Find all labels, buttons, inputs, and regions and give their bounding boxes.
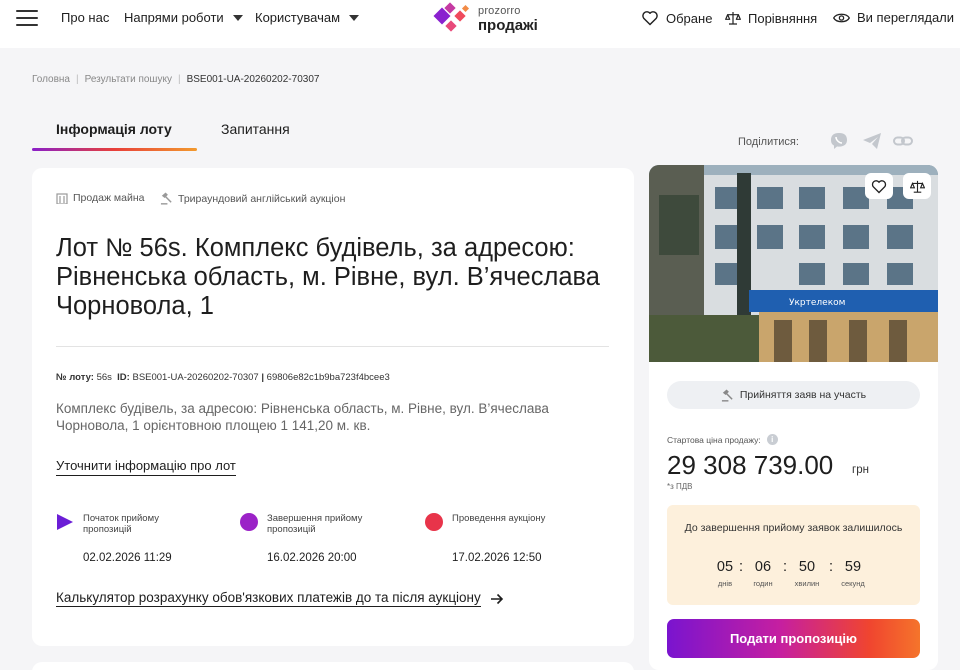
submit-offer-button[interactable]: Подати пропозицію	[667, 619, 920, 658]
stage-end-label: Завершення прийому пропозицій	[267, 513, 363, 535]
heart-icon	[642, 11, 658, 26]
stage-auction-date: 17.02.2026 12:50	[452, 552, 542, 564]
scales-icon	[725, 12, 741, 25]
gavel-icon	[721, 388, 733, 402]
play-icon	[57, 514, 73, 530]
stage-start-label: Початок прийому пропозицій	[83, 513, 159, 535]
countdown-timer: До завершення прийому заявок залишилось …	[667, 505, 920, 605]
countdown-seconds-label: секунд	[841, 579, 865, 588]
logo-mark-icon	[433, 2, 470, 32]
countdown-title: До завершення прийому заявок залишилось	[684, 522, 903, 534]
tab-lot-info[interactable]: Інформація лоту	[56, 121, 172, 137]
countdown-seconds: 59 секунд	[833, 559, 873, 588]
share-label: Поділитися:	[738, 136, 799, 148]
lot-number-label: № лоту:	[56, 372, 94, 383]
countdown-days-label: днів	[717, 579, 733, 588]
arrow-right-icon	[490, 593, 503, 604]
payment-calculator-label: Калькулятор розрахунку обов'язкових плат…	[56, 590, 481, 607]
nav-users[interactable]: Користувачам	[255, 10, 360, 25]
tag-auction-type-label: Трираундовий англійський аукціон	[178, 192, 346, 205]
viewed-label: Ви переглядали	[857, 10, 955, 25]
logo-text-prodazhi: продажі	[478, 17, 538, 34]
nav-directions-label: Напрями роботи	[124, 10, 224, 25]
nav-about-label: Про нас	[61, 10, 110, 25]
countdown-minutes-value: 50	[798, 559, 816, 575]
divider	[56, 346, 609, 347]
countdown-seconds-value: 59	[844, 559, 862, 575]
payment-calculator-link[interactable]: Калькулятор розрахунку обов'язкових плат…	[56, 590, 504, 607]
top-header: Про нас Напрями роботи Користувачам proz…	[0, 0, 960, 48]
nav-users-label: Користувачам	[255, 10, 341, 25]
lot-meta: № лоту: 56s ID: BSE001-UA-20260202-70307…	[56, 372, 390, 383]
nav-directions[interactable]: Напрями роботи	[124, 10, 243, 25]
accepting-applications-badge: Прийняття заяв на участь	[667, 381, 920, 409]
compare-button[interactable]	[903, 173, 931, 199]
clarify-info-link[interactable]: Уточнити інформацію про лот	[56, 458, 236, 476]
next-card	[32, 662, 634, 670]
compare-label: Порівняння	[748, 10, 818, 26]
lot-id-label: ID:	[117, 372, 130, 383]
accepting-applications-label: Прийняття заяв на участь	[739, 389, 867, 401]
price-currency: грн	[852, 464, 869, 476]
chevron-down-icon	[349, 15, 360, 21]
active-tab-underline	[32, 148, 197, 151]
building-icon	[56, 193, 68, 204]
favorites-link[interactable]: Обране	[641, 10, 712, 26]
countdown-hours-value: 06	[754, 559, 772, 575]
favorites-label: Обране	[666, 10, 713, 26]
link-icon[interactable]	[893, 131, 913, 151]
status-dot-icon	[425, 513, 443, 531]
breadcrumb-separator: |	[177, 74, 181, 85]
bid-side-card: Укртелеком Прийняття заяв на участь Стар…	[649, 165, 938, 670]
lot-hash: 69806e82c1b9ba723f4bcee3	[266, 372, 390, 383]
building-sign-text: Укртелеком	[789, 298, 845, 308]
countdown-minutes: 50 хвилин	[787, 559, 827, 588]
lot-photo[interactable]: Укртелеком	[649, 165, 938, 362]
countdown-hours: 06 годин	[743, 559, 783, 588]
countdown-minutes-label: хвилин	[794, 579, 820, 588]
meta-separator: |	[261, 372, 265, 383]
prozorro-logo[interactable]: prozorro продажі	[428, 2, 548, 36]
vat-note: *з ПДВ	[667, 482, 693, 491]
menu-icon[interactable]	[16, 10, 38, 28]
logo-text-prozorro: prozorro	[478, 5, 521, 17]
heart-icon	[871, 179, 887, 193]
gavel-icon	[160, 192, 172, 205]
stage-auction-label: Проведення аукціону	[452, 513, 546, 524]
tag-property-sale-label: Продаж майна	[73, 192, 145, 204]
compare-link[interactable]: Порівняння	[725, 10, 817, 26]
status-dot-icon	[240, 513, 258, 531]
stage-end-date: 16.02.2026 20:00	[267, 552, 357, 564]
eye-icon	[833, 13, 850, 22]
start-price: 29 308 739.00	[667, 450, 834, 480]
start-price-label-text: Стартова ціна продажу:	[667, 434, 761, 445]
viewed-link[interactable]: Ви переглядали	[833, 10, 954, 25]
countdown-hours-label: годин	[753, 579, 773, 588]
breadcrumb-home[interactable]: Головна	[32, 74, 70, 85]
breadcrumb-current: BSE001-UA-20260202-70307	[186, 74, 320, 85]
chevron-down-icon	[232, 15, 243, 21]
tag-property-sale: Продаж майна	[56, 192, 144, 204]
favorite-button[interactable]	[865, 173, 893, 199]
info-icon[interactable]: i	[766, 434, 778, 445]
start-price-label: Стартова ціна продажу: i	[667, 434, 778, 445]
breadcrumb: Головна | Результати пошуку | BSE001-UA-…	[32, 74, 319, 85]
telegram-icon[interactable]	[862, 131, 882, 151]
lot-title: Лот № 56s. Комплекс будівель, за адресою…	[56, 234, 600, 320]
nav-about[interactable]: Про нас	[61, 10, 109, 25]
stage-start-date: 02.02.2026 11:29	[83, 552, 172, 564]
viber-icon[interactable]	[829, 131, 849, 151]
scales-icon	[909, 180, 925, 193]
breadcrumb-separator: |	[76, 74, 79, 85]
lot-id: BSE001-UA-20260202-70307	[132, 372, 259, 383]
tag-auction-type: Трираундовий англійський аукціон	[160, 192, 345, 205]
lot-description: Комплекс будівель, за адресою: Рівненськ…	[56, 401, 549, 433]
breadcrumb-results[interactable]: Результати пошуку	[85, 74, 172, 85]
lot-info-card: Продаж майна Трираундовий англійський ау…	[32, 168, 634, 646]
lot-number: 56s	[96, 372, 112, 383]
tab-questions[interactable]: Запитання	[221, 121, 290, 137]
